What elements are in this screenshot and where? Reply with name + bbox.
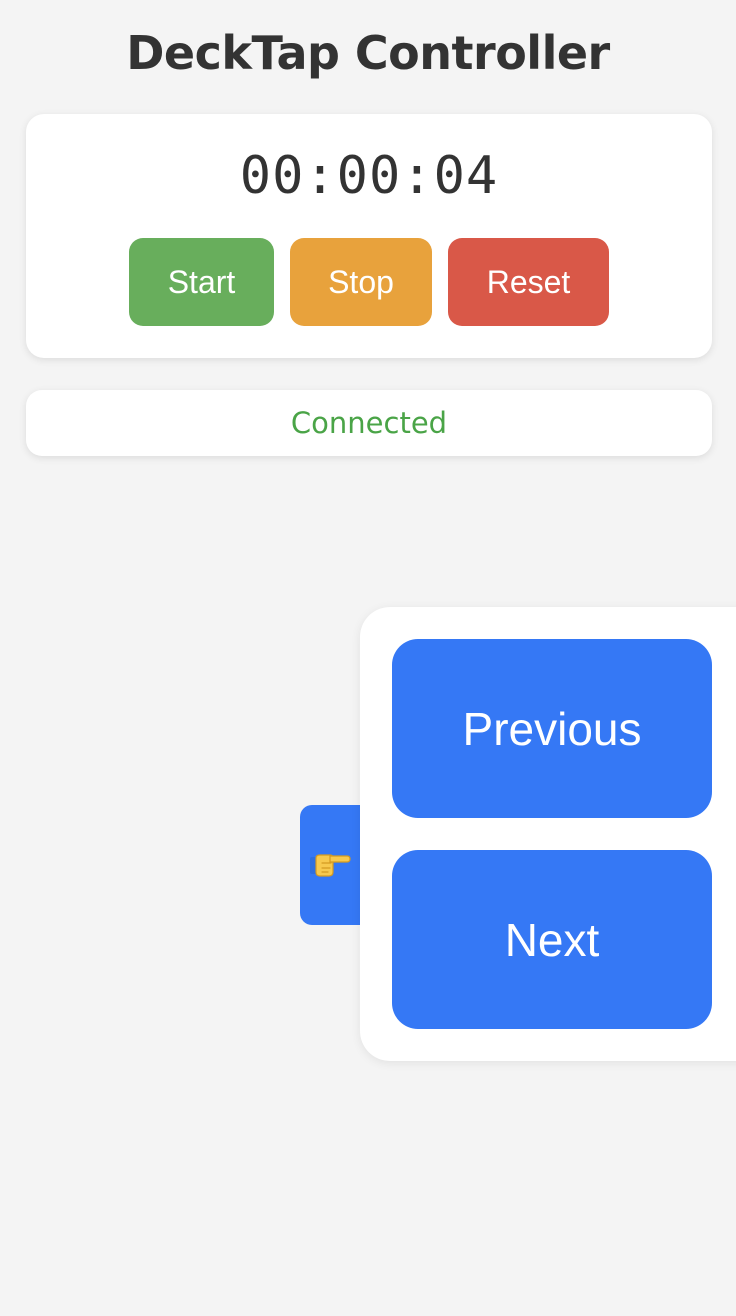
stop-button[interactable]: Stop (290, 238, 432, 326)
start-button[interactable]: Start (129, 238, 274, 326)
reset-button[interactable]: Reset (448, 238, 609, 326)
timer-display: 00:00:04 (239, 146, 499, 206)
next-button[interactable]: Next (392, 850, 712, 1029)
previous-button[interactable]: Previous (392, 639, 712, 818)
timer-card: 00:00:04 Start Stop Reset (26, 114, 712, 358)
pointing-hand-icon (310, 854, 351, 877)
page-title: DeckTap Controller (126, 26, 610, 80)
app-page: DeckTap Controller 00:00:04 Start Stop R… (0, 0, 736, 1316)
slide-nav-panel: Previous Next (360, 607, 736, 1061)
connection-status: Connected (290, 406, 448, 440)
connection-status-card: Connected (26, 390, 712, 456)
